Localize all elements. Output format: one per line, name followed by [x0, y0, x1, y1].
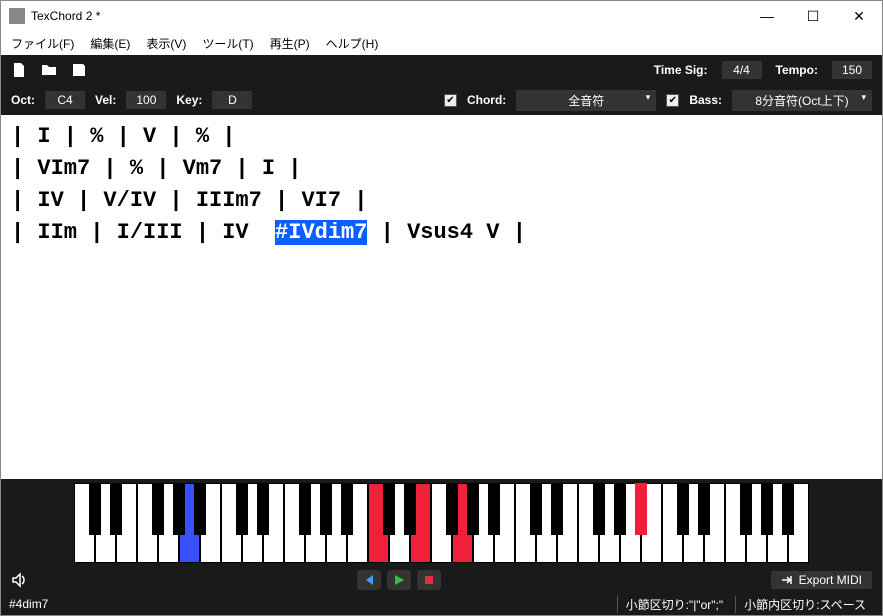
- rewind-button[interactable]: [357, 570, 381, 590]
- black-key[interactable]: [89, 483, 101, 535]
- black-key[interactable]: [236, 483, 248, 535]
- editor-selection: #IVdim7: [275, 220, 367, 245]
- key-value[interactable]: D: [212, 91, 252, 109]
- black-key[interactable]: [698, 483, 710, 535]
- oct-label: Oct:: [11, 93, 35, 107]
- black-key[interactable]: [551, 483, 563, 535]
- black-key[interactable]: [194, 483, 206, 535]
- menu-bar: ファイル(F) 編集(E) 表示(V) ツール(T) 再生(P) ヘルプ(H): [1, 31, 882, 55]
- export-midi-button[interactable]: Export MIDI: [771, 571, 872, 589]
- menu-view[interactable]: 表示(V): [140, 33, 192, 54]
- menu-play[interactable]: 再生(P): [264, 33, 316, 54]
- editor-line: | VIm7 | % | Vm7 | I |: [11, 156, 301, 181]
- black-key[interactable]: [404, 483, 416, 535]
- new-file-icon[interactable]: [11, 62, 27, 78]
- chord-editor[interactable]: | I | % | V | % | | VIm7 | % | Vm7 | I |…: [1, 115, 882, 479]
- editor-line: | IV | V/IV | IIIm7 | VI7 |: [11, 188, 367, 213]
- close-button[interactable]: ✕: [836, 1, 882, 31]
- export-icon: [781, 574, 793, 586]
- black-key[interactable]: [530, 483, 542, 535]
- status-chord: #4dim7: [9, 597, 48, 611]
- oct-value[interactable]: C4: [45, 91, 85, 109]
- black-key[interactable]: [677, 483, 689, 535]
- timesig-label: Time Sig:: [654, 63, 708, 77]
- black-key[interactable]: [740, 483, 752, 535]
- editor-line-post: | Vsus4 V |: [367, 220, 525, 245]
- maximize-button[interactable]: ☐: [790, 1, 836, 31]
- menu-file[interactable]: ファイル(F): [5, 33, 80, 54]
- menu-tool[interactable]: ツール(T): [196, 33, 259, 54]
- black-key[interactable]: [614, 483, 626, 535]
- black-key[interactable]: [110, 483, 122, 535]
- black-key[interactable]: [446, 483, 458, 535]
- menu-help[interactable]: ヘルプ(H): [320, 33, 385, 54]
- bass-checkbox[interactable]: ✔: [666, 94, 679, 107]
- tempo-label: Tempo:: [776, 63, 818, 77]
- black-key[interactable]: [635, 483, 647, 535]
- tempo-value[interactable]: 150: [832, 61, 872, 79]
- chord-checkbox[interactable]: ✔: [444, 94, 457, 107]
- window-title: TexChord 2 *: [31, 9, 744, 23]
- vel-label: Vel:: [95, 93, 116, 107]
- black-key[interactable]: [173, 483, 185, 535]
- menu-edit[interactable]: 編集(E): [84, 33, 136, 54]
- volume-icon[interactable]: [11, 572, 27, 588]
- save-icon[interactable]: [71, 62, 87, 78]
- piano-keyboard[interactable]: [74, 483, 809, 563]
- black-key[interactable]: [593, 483, 605, 535]
- black-key[interactable]: [299, 483, 311, 535]
- app-icon: [9, 8, 25, 24]
- chord-label: Chord:: [467, 93, 506, 107]
- status-seg-2: 小節内区切り:スペース: [735, 596, 874, 613]
- export-label: Export MIDI: [799, 573, 862, 587]
- bass-dropdown[interactable]: 8分音符(Oct上下): [732, 90, 872, 111]
- open-folder-icon[interactable]: [41, 62, 57, 78]
- black-key[interactable]: [257, 483, 269, 535]
- black-key[interactable]: [782, 483, 794, 535]
- vel-value[interactable]: 100: [126, 91, 166, 109]
- editor-line: | I | % | V | % |: [11, 124, 235, 149]
- editor-line-pre: | IIm | I/III | IV: [11, 220, 275, 245]
- black-key[interactable]: [320, 483, 332, 535]
- minimize-button[interactable]: —: [744, 1, 790, 31]
- black-key[interactable]: [383, 483, 395, 535]
- black-key[interactable]: [467, 483, 479, 535]
- play-button[interactable]: [387, 570, 411, 590]
- timesig-value[interactable]: 4/4: [722, 61, 762, 79]
- stop-button[interactable]: [417, 570, 441, 590]
- chord-dropdown[interactable]: 全音符: [516, 90, 656, 111]
- black-key[interactable]: [152, 483, 164, 535]
- black-key[interactable]: [761, 483, 773, 535]
- bass-label: Bass:: [689, 93, 722, 107]
- black-key[interactable]: [488, 483, 500, 535]
- key-label: Key:: [176, 93, 202, 107]
- status-seg-1: 小節区切り:"|"or";": [617, 596, 732, 613]
- black-key[interactable]: [341, 483, 353, 535]
